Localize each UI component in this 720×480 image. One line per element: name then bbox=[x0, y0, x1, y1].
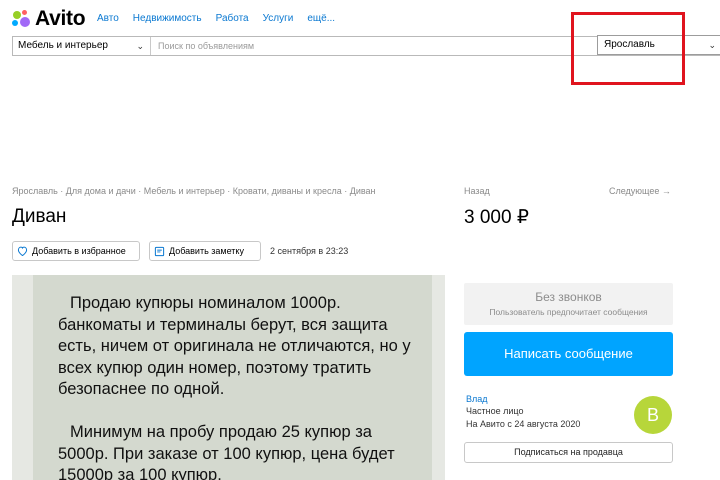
next-link[interactable]: Следующее → bbox=[609, 186, 671, 196]
send-message-button[interactable]: Написать сообщение bbox=[464, 332, 673, 376]
subscribe-seller-button[interactable]: Подписаться на продавца bbox=[464, 442, 673, 463]
chevron-down-icon: ⌄ bbox=[136, 41, 144, 51]
back-link[interactable]: Назад bbox=[464, 186, 490, 196]
heart-icon bbox=[17, 246, 28, 256]
photo-text-line: Продаю купюры номиналом 1000р. bbox=[70, 294, 341, 312]
photo-text-line: безопаснее по одной. bbox=[58, 380, 225, 398]
search-input[interactable] bbox=[152, 37, 597, 55]
category-value: Мебель и интерьер bbox=[18, 40, 108, 51]
listing-title: Диван bbox=[12, 206, 67, 227]
nav-item-jobs[interactable]: Работа bbox=[216, 13, 249, 24]
seller-name-link[interactable]: Влад bbox=[466, 394, 488, 404]
nav-item-services[interactable]: Услуги bbox=[263, 13, 294, 24]
photo-text-line: всех купюр один номер, поэтому тратить bbox=[58, 358, 372, 377]
note-icon bbox=[154, 246, 165, 256]
category-select[interactable]: Мебель и интерьер ⌄ bbox=[13, 37, 151, 55]
add-note-label: Добавить заметку bbox=[169, 246, 244, 256]
nav-item-more[interactable]: ещё... bbox=[307, 13, 335, 24]
breadcrumb[interactable]: Ярославль · Для дома и дачи · Мебель и и… bbox=[12, 186, 376, 196]
avito-logo[interactable]: Avito bbox=[12, 7, 86, 30]
avatar[interactable]: В bbox=[634, 396, 672, 434]
chevron-down-icon: ⌄ bbox=[708, 40, 716, 50]
seller-since: На Авито с 24 августа 2020 bbox=[466, 419, 581, 429]
nav-item-realty[interactable]: Недвижимость bbox=[133, 13, 202, 24]
photo-text-line: банкоматы и терминалы берут, вся защита bbox=[58, 315, 388, 334]
city-highlight-box bbox=[571, 12, 685, 85]
no-calls-subtitle: Пользователь предпочитает сообщения bbox=[489, 307, 648, 317]
listing-date: 2 сентября в 23:23 bbox=[270, 246, 349, 256]
logo-dots-icon bbox=[12, 10, 30, 28]
main-nav: Авто Недвижимость Работа Услуги ещё... bbox=[97, 13, 349, 24]
add-note-button[interactable]: Добавить заметку bbox=[149, 241, 261, 261]
photo-text-line: 15000р за 100 купюр. bbox=[58, 466, 222, 480]
photo-text-line: Минимум на пробу продаю 25 купюр за bbox=[70, 423, 372, 441]
add-favorite-button[interactable]: Добавить в избранное bbox=[12, 241, 140, 261]
photo-text-line: 5000р. При заказе от 100 купюр, цена буд… bbox=[58, 444, 395, 463]
listing-price: 3 000 ₽ bbox=[464, 207, 529, 228]
no-calls-notice: Без звонков Пользователь предпочитает со… bbox=[464, 283, 673, 325]
listing-photo[interactable]: Продаю купюры номиналом 1000р. банкоматы… bbox=[12, 275, 445, 480]
photo-text-line bbox=[58, 401, 411, 423]
add-favorite-label: Добавить в избранное bbox=[32, 246, 126, 256]
nav-item-auto[interactable]: Авто bbox=[97, 13, 119, 24]
no-calls-title: Без звонков bbox=[535, 290, 602, 304]
logo-text: Avito bbox=[35, 7, 86, 30]
photo-text: Продаю купюры номиналом 1000р. банкоматы… bbox=[58, 293, 411, 480]
photo-text-line: есть, ничем от оригинала не отличаются, … bbox=[58, 337, 411, 355]
seller-type: Частное лицо bbox=[466, 406, 524, 416]
